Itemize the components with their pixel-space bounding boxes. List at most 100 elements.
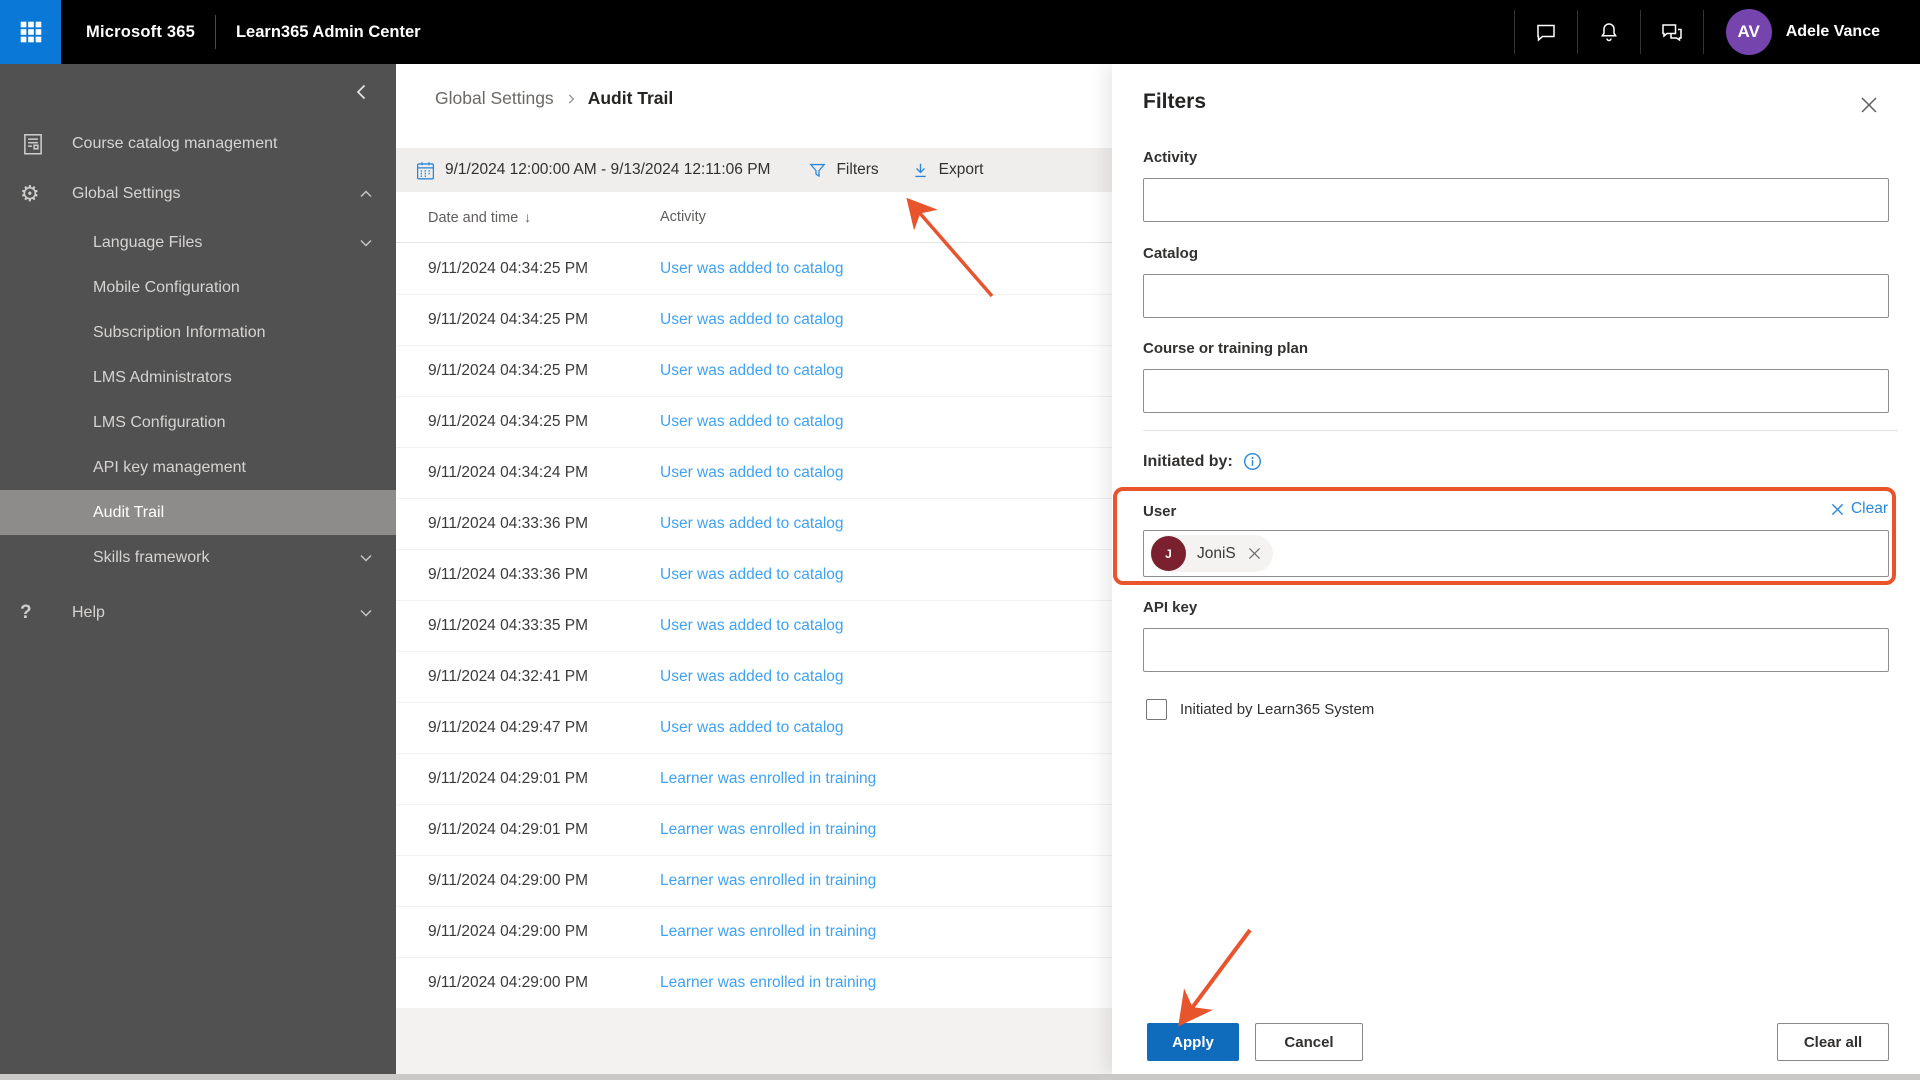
table-row[interactable]: 9/11/2024 04:34:24 PM User was added to …	[396, 448, 1112, 499]
row-datetime: 9/11/2024 04:33:35 PM	[428, 617, 589, 634]
notifications-button[interactable]	[1578, 0, 1640, 64]
app-launcher-button[interactable]	[0, 0, 61, 64]
row-datetime: 9/11/2024 04:34:24 PM	[428, 464, 589, 481]
row-activity-link[interactable]: Learner was enrolled in training	[660, 821, 1112, 839]
table-row[interactable]: 9/11/2024 04:29:00 PM Learner was enroll…	[396, 958, 1112, 1009]
row-datetime: 9/11/2024 04:32:41 PM	[428, 668, 589, 685]
chevron-down-icon[interactable]	[356, 233, 396, 253]
row-activity-link[interactable]: Learner was enrolled in training	[660, 770, 1112, 788]
row-datetime: 9/11/2024 04:29:47 PM	[428, 719, 589, 736]
table-row[interactable]: 9/11/2024 04:33:36 PM User was added to …	[396, 550, 1112, 601]
table-row[interactable]: 9/11/2024 04:33:35 PM User was added to …	[396, 601, 1112, 652]
table-row[interactable]: 9/11/2024 04:29:00 PM Learner was enroll…	[396, 907, 1112, 958]
account-name: Adele Vance	[1785, 23, 1880, 40]
sidebar-item-lms-configuration[interactable]: LMS Configuration	[0, 400, 396, 445]
catalog-icon	[20, 131, 72, 157]
chevron-up-icon[interactable]	[356, 184, 396, 204]
table-row[interactable]: 9/11/2024 04:29:01 PM Learner was enroll…	[396, 754, 1112, 805]
filters-button[interactable]: Filters	[808, 161, 879, 180]
date-range-text: 9/1/2024 12:00:00 AM - 9/13/2024 12:11:0…	[445, 161, 771, 178]
row-activity-link[interactable]: User was added to catalog	[660, 668, 1112, 686]
sidebar-item-skills-framework[interactable]: Skills framework	[0, 535, 396, 580]
sidebar-item-subscription-information[interactable]: Subscription Information	[0, 310, 396, 355]
collapse-sidebar-button[interactable]	[350, 80, 374, 104]
row-datetime: 9/11/2024 04:34:25 PM	[428, 362, 589, 379]
user-picker-input[interactable]: J JoniS	[1143, 530, 1889, 577]
breadcrumb-separator-icon	[564, 92, 578, 106]
row-activity-link[interactable]: User was added to catalog	[660, 719, 1112, 737]
product-title[interactable]: Learn365 Admin Center	[236, 23, 421, 42]
date-range-picker[interactable]: 9/1/2024 12:00:00 AM - 9/13/2024 12:11:0…	[415, 160, 770, 181]
sidebar-item-course-catalog-management[interactable]: Course catalog management	[0, 120, 396, 168]
close-icon	[1860, 96, 1878, 114]
activity-input[interactable]	[1143, 178, 1889, 222]
row-activity-link[interactable]: Learner was enrolled in training	[660, 872, 1112, 890]
export-button[interactable]: Export	[911, 161, 983, 180]
chat-icon	[1534, 20, 1558, 44]
table-row[interactable]: 9/11/2024 04:32:41 PM User was added to …	[396, 652, 1112, 703]
table-header: Date and time ↓ Activity	[396, 192, 1112, 243]
clear-user-button[interactable]: Clear	[1831, 500, 1888, 518]
download-icon	[911, 161, 930, 180]
column-header-date-time[interactable]: Date and time ↓	[428, 209, 660, 226]
sidebar-item-help[interactable]: ? Help	[0, 589, 396, 637]
row-activity-link[interactable]: User was added to catalog	[660, 362, 1112, 380]
feedback-button[interactable]	[1641, 0, 1703, 64]
row-activity-link[interactable]: Learner was enrolled in training	[660, 923, 1112, 941]
audit-table-body: 9/11/2024 04:34:25 PM User was added to …	[396, 244, 1112, 1009]
row-activity-link[interactable]: User was added to catalog	[660, 311, 1112, 329]
sidebar-item-label: LMS Administrators	[93, 368, 232, 386]
row-activity-link[interactable]: User was added to catalog	[660, 260, 1112, 278]
sidebar-item-api-key-management[interactable]: API key management	[0, 445, 396, 490]
apply-button[interactable]: Apply	[1147, 1023, 1239, 1061]
table-row[interactable]: 9/11/2024 04:33:36 PM User was added to …	[396, 499, 1112, 550]
gear-icon: ⚙	[20, 181, 40, 206]
calendar-icon	[415, 160, 436, 181]
api-key-input[interactable]	[1143, 628, 1889, 672]
account-menu[interactable]: AV Adele Vance	[1704, 0, 1920, 64]
help-icon: ?	[20, 602, 32, 623]
catalog-input[interactable]	[1143, 274, 1889, 318]
close-panel-button[interactable]	[1854, 90, 1884, 120]
chevron-down-icon[interactable]	[356, 548, 396, 568]
table-row[interactable]: 9/11/2024 04:34:25 PM User was added to …	[396, 346, 1112, 397]
table-row[interactable]: 9/11/2024 04:29:00 PM Learner was enroll…	[396, 856, 1112, 907]
row-datetime: 9/11/2024 04:33:36 PM	[428, 566, 589, 583]
chevron-down-icon[interactable]	[356, 603, 396, 623]
row-activity-link[interactable]: Learner was enrolled in training	[660, 974, 1112, 992]
info-icon[interactable]	[1243, 452, 1262, 471]
table-row[interactable]: 9/11/2024 04:34:25 PM User was added to …	[396, 295, 1112, 346]
initiated-by-system-checkbox[interactable]	[1146, 699, 1167, 720]
table-row[interactable]: 9/11/2024 04:29:47 PM User was added to …	[396, 703, 1112, 754]
sidebar-item-mobile-configuration[interactable]: Mobile Configuration	[0, 265, 396, 310]
initiated-by-system-label: Initiated by Learn365 System	[1180, 701, 1375, 718]
sidebar-item-language-files[interactable]: Language Files	[0, 220, 396, 265]
cancel-button[interactable]: Cancel	[1255, 1023, 1363, 1061]
clear-all-button[interactable]: Clear all	[1777, 1023, 1889, 1061]
sidebar-item-lms-administrators[interactable]: LMS Administrators	[0, 355, 396, 400]
remove-user-chip-button[interactable]	[1246, 547, 1261, 560]
sidebar-item-global-settings[interactable]: ⚙ Global Settings	[0, 168, 396, 220]
sidebar-item-label: Language Files	[93, 233, 203, 251]
table-row[interactable]: 9/11/2024 04:34:25 PM User was added to …	[396, 244, 1112, 295]
table-row[interactable]: 9/11/2024 04:29:01 PM Learner was enroll…	[396, 805, 1112, 856]
chat-button[interactable]	[1515, 0, 1577, 64]
row-datetime: 9/11/2024 04:29:01 PM	[428, 770, 589, 787]
course-input[interactable]	[1143, 369, 1889, 413]
row-activity-link[interactable]: User was added to catalog	[660, 515, 1112, 533]
breadcrumb-global-settings[interactable]: Global Settings	[435, 88, 554, 109]
avatar: AV	[1725, 9, 1772, 55]
column-header-activity[interactable]: Activity	[660, 209, 1112, 225]
brand-link[interactable]: Microsoft 365	[86, 23, 195, 42]
course-field-label: Course or training plan	[1143, 340, 1309, 357]
row-activity-link[interactable]: User was added to catalog	[660, 617, 1112, 635]
sidebar-item-label: API key management	[93, 458, 246, 476]
catalog-field-label: Catalog	[1143, 245, 1199, 262]
waffle-icon	[18, 19, 44, 45]
row-activity-link[interactable]: User was added to catalog	[660, 464, 1112, 482]
row-datetime: 9/11/2024 04:33:36 PM	[428, 515, 589, 532]
sidebar-item-audit-trail[interactable]: Audit Trail	[0, 490, 396, 535]
table-row[interactable]: 9/11/2024 04:34:25 PM User was added to …	[396, 397, 1112, 448]
row-activity-link[interactable]: User was added to catalog	[660, 413, 1112, 431]
row-activity-link[interactable]: User was added to catalog	[660, 566, 1112, 584]
